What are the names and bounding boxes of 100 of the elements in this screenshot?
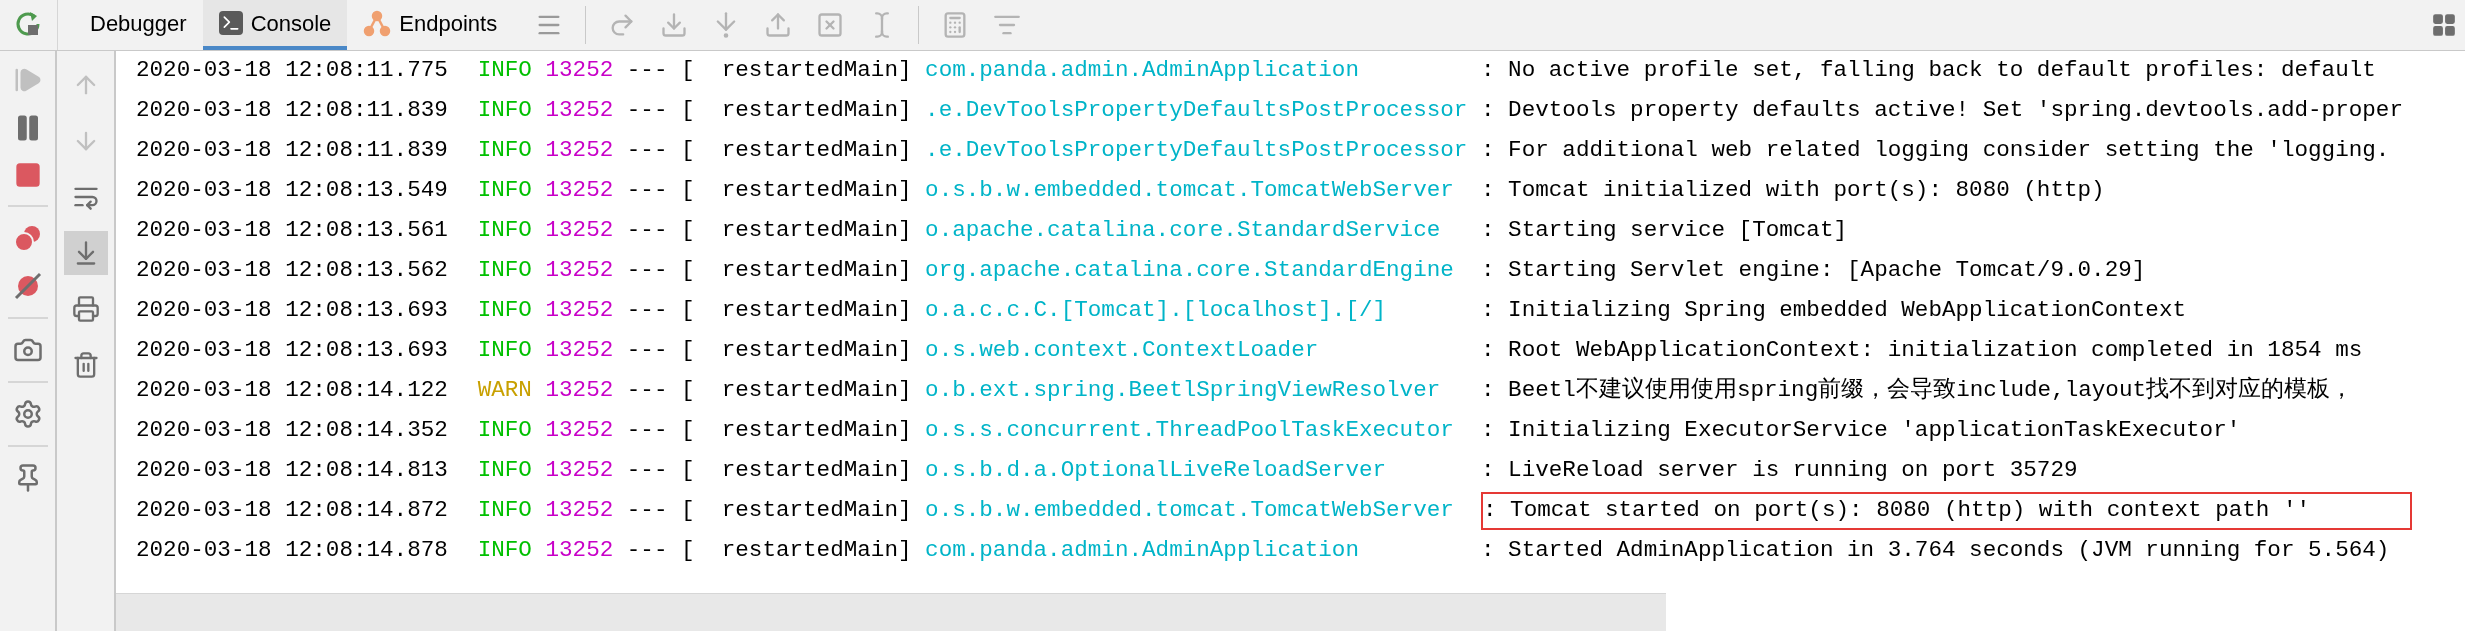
process-id: 13252: [545, 416, 614, 446]
log-message: : LiveReload server is running on port 35729: [1480, 456, 2078, 486]
thread-name: restartedMain]: [720, 536, 912, 566]
logger-name: o.b.ext.spring.BeetlSpringViewResolver: [925, 376, 1442, 406]
log-separator: --- [: [626, 136, 695, 166]
thread-name: restartedMain]: [720, 376, 912, 406]
process-id: 13252: [545, 96, 614, 126]
process-id: 13252: [545, 56, 614, 86]
thread-name: restartedMain]: [720, 216, 912, 246]
log-level: INFO: [477, 296, 532, 326]
log-message: : Starting service [Tomcat]: [1480, 216, 1848, 246]
log-separator: --- [: [626, 336, 695, 366]
console-icon: [218, 11, 243, 35]
log-separator: --- [: [626, 56, 695, 86]
log-message: : No active profile set, falling back to default profiles: default: [1480, 56, 2376, 86]
horizontal-scrollbar[interactable]: [116, 593, 1666, 631]
layout-button[interactable]: [2431, 12, 2457, 38]
step-into-icon: [660, 11, 689, 39]
log-timestamp: 2020-03-18 12:08:14.872: [136, 496, 448, 526]
log-level: INFO: [477, 176, 532, 206]
log-timestamp: 2020-03-18 12:08:14.352: [136, 416, 448, 446]
log-message: : Beetl不建议使用使用spring前缀，会导致include,layout找不到对应的模板，: [1480, 375, 2354, 406]
logger-name: org.apache.catalina.core.StandardEngine: [925, 256, 1455, 286]
log-separator: --- [: [626, 296, 695, 326]
log-message: : For additional web related logging consider setting the 'logging.: [1480, 136, 2390, 166]
endpoints-icon: [363, 9, 392, 37]
scroll-end-button[interactable]: [63, 231, 108, 275]
log-timestamp: 2020-03-18 12:08:11.775: [136, 56, 448, 86]
log-message: : Root WebApplicationContext: initialization completed in 1854 ms: [1480, 336, 2363, 366]
tab[interactable]: Debugger: [74, 0, 203, 50]
thread-name: restartedMain]: [720, 176, 912, 206]
log-timestamp: 2020-03-18 12:08:13.693: [136, 336, 448, 366]
logger-name: o.a.c.c.C.[Tomcat].[localhost].[/]: [925, 296, 1388, 326]
logger-name: o.s.b.w.embedded.tomcat.TomcatWebServer: [925, 496, 1455, 526]
stop-icon: [13, 161, 42, 189]
log-level: INFO: [477, 496, 532, 526]
logger-name: o.s.b.w.embedded.tomcat.TomcatWebServer: [925, 176, 1455, 206]
log-separator: --- [: [626, 96, 695, 126]
log-message: : Starting Servlet engine: [Apache Tomcat/9.0.29]: [1480, 256, 2146, 286]
log-separator: --- [: [626, 416, 695, 446]
process-id: 13252: [545, 256, 614, 286]
thread-name: restartedMain]: [720, 256, 912, 286]
tab[interactable]: Endpoints: [347, 0, 514, 50]
log-message: : Initializing ExecutorService 'applicationTaskExecutor': [1480, 416, 2241, 446]
process-id: 13252: [545, 216, 614, 246]
log-timestamp: 2020-03-18 12:08:14.878: [136, 536, 448, 566]
settings-icon: [12, 399, 43, 429]
log-message: : Initializing Spring embedded WebApplicationContext: [1480, 296, 2186, 326]
log-level: WARN: [477, 376, 532, 406]
logger-name: .e.DevToolsPropertyDefaultsPostProcessor: [925, 136, 1468, 166]
thread-name: restartedMain]: [720, 136, 912, 166]
process-id: 13252: [545, 136, 614, 166]
log-timestamp: 2020-03-18 12:08:14.122: [136, 376, 448, 406]
log-separator: --- [: [626, 496, 695, 526]
log-timestamp: 2020-03-18 12:08:13.561: [136, 216, 448, 246]
log-timestamp: 2020-03-18 12:08:13.693: [136, 296, 448, 326]
thread-name: restartedMain]: [720, 96, 912, 126]
log-separator: --- [: [626, 176, 695, 206]
log-level: INFO: [477, 56, 532, 86]
process-id: 13252: [545, 496, 614, 526]
log-separator: --- [: [626, 376, 695, 406]
process-id: 13252: [545, 296, 614, 326]
process-id: 13252: [545, 376, 614, 406]
thread-name: restartedMain]: [720, 496, 912, 526]
process-id: 13252: [545, 536, 614, 566]
log-separator: --- [: [626, 536, 695, 566]
logger-name: o.s.s.concurrent.ThreadPoolTaskExecutor: [925, 416, 1455, 446]
thread-name: restartedMain]: [720, 416, 912, 446]
mute-breakpoints-icon: [12, 271, 43, 301]
logger-name: com.panda.admin.AdminApplication: [925, 56, 1360, 86]
log-message: : Tomcat initialized with port(s): 8080 (http): [1480, 176, 2105, 206]
step-out-icon: [764, 11, 793, 39]
thread-name: restartedMain]: [720, 296, 912, 326]
log-timestamp: 2020-03-18 12:08:11.839: [136, 136, 448, 166]
logger-name: o.s.web.context.ContextLoader: [925, 336, 1320, 366]
trash-icon: [71, 351, 100, 379]
logger-name: .e.DevToolsPropertyDefaultsPostProcessor: [925, 96, 1468, 126]
logger-name: o.s.b.d.a.OptionalLiveReloadServer: [925, 456, 1388, 486]
log-level: INFO: [477, 336, 532, 366]
print-icon: [71, 295, 100, 323]
process-id: 13252: [545, 456, 614, 486]
log-level: INFO: [477, 456, 532, 486]
log-separator: --- [: [626, 216, 695, 246]
log-message: : Devtools property defaults active! Set 'spring.devtools.add-proper: [1480, 96, 2403, 126]
thread-name: restartedMain]: [720, 456, 912, 486]
process-id: 13252: [545, 336, 614, 366]
log-level: INFO: [477, 256, 532, 286]
log-level: INFO: [477, 216, 532, 246]
log-message: : Tomcat started on port(s): 8080 (http) with context path '': [1480, 492, 2413, 530]
thread-name: restartedMain]: [720, 336, 912, 366]
log-separator: --- [: [626, 456, 695, 486]
logger-name: o.apache.catalina.core.StandardService: [925, 216, 1442, 246]
log-timestamp: 2020-03-18 12:08:13.562: [136, 256, 448, 286]
process-id: 13252: [545, 176, 614, 206]
log-level: INFO: [477, 536, 532, 566]
tab[interactable]: Console: [202, 0, 348, 50]
log-level: INFO: [477, 96, 532, 126]
log-timestamp: 2020-03-18 12:08:14.813: [136, 456, 448, 486]
layout-icon: [2431, 12, 2457, 38]
log-timestamp: 2020-03-18 12:08:13.549: [136, 176, 448, 206]
